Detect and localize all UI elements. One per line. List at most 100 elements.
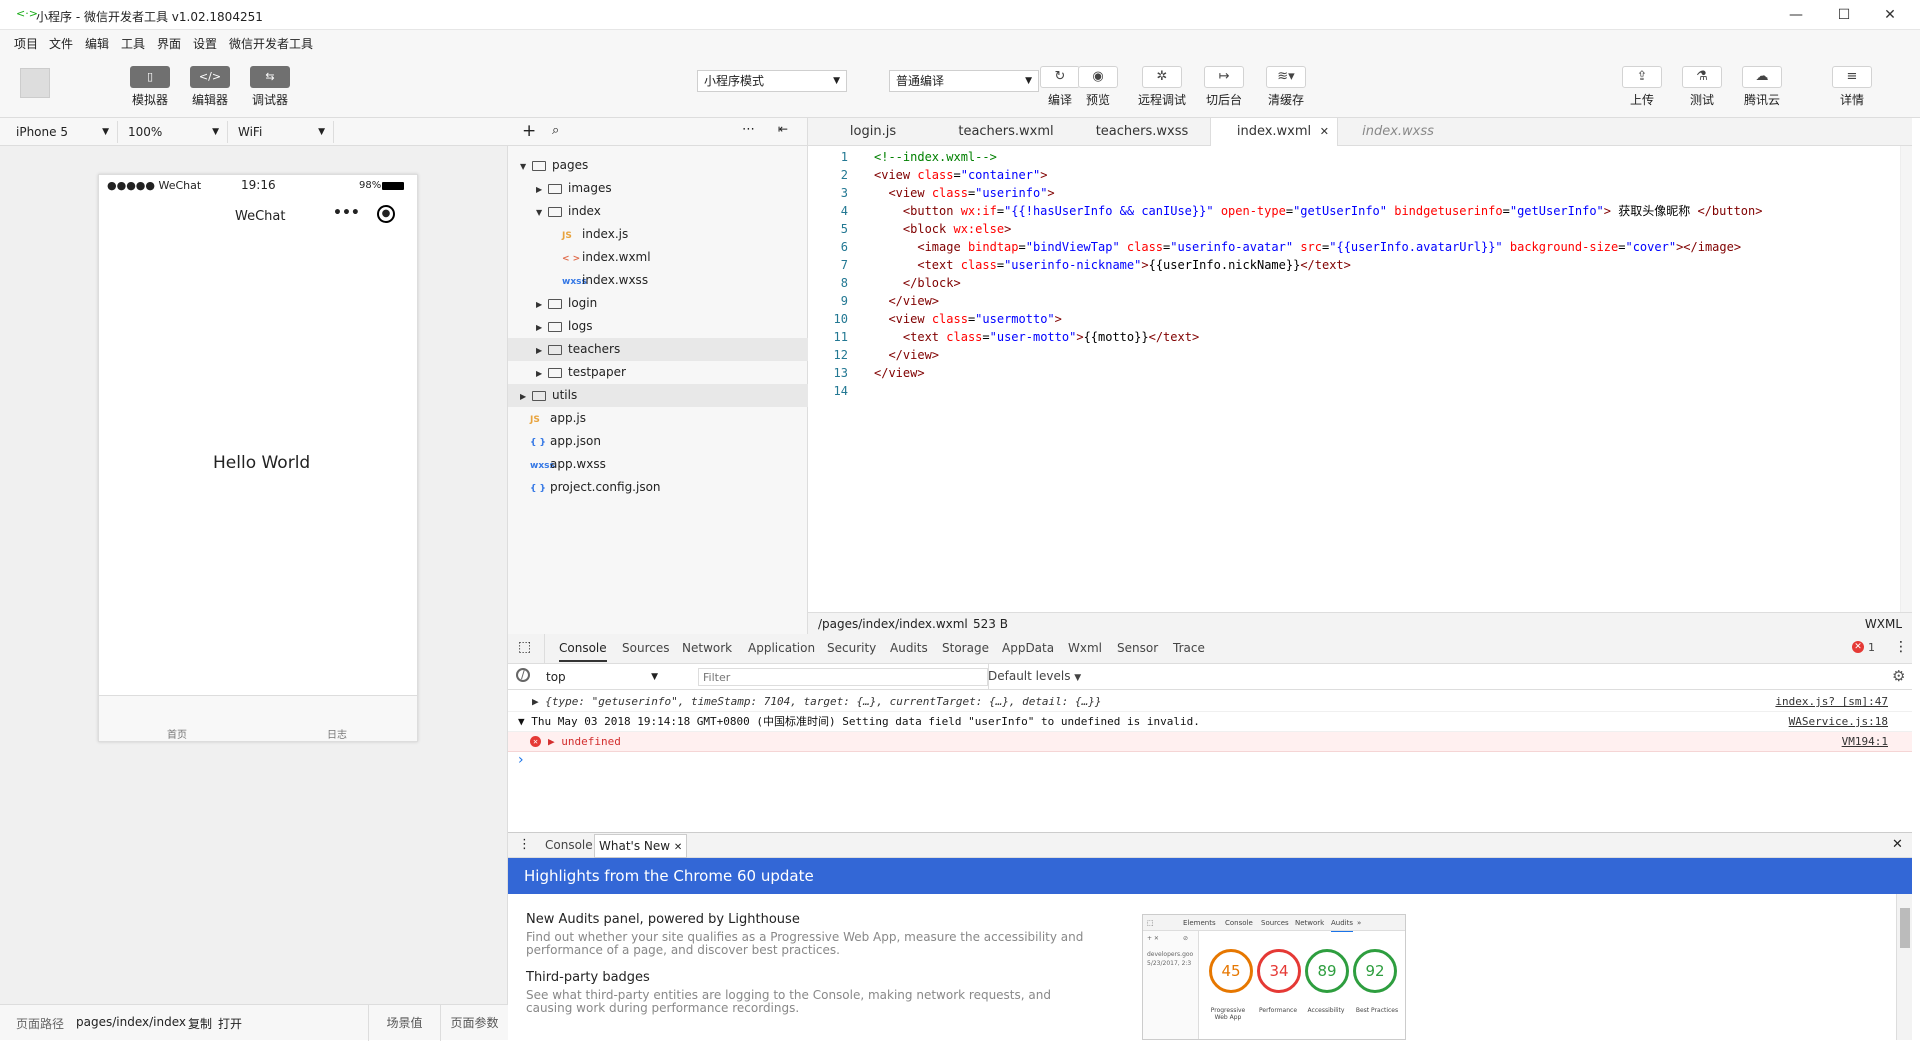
chevron-down-icon[interactable]: ▼ bbox=[520, 155, 532, 178]
maximize-button[interactable]: ☐ bbox=[1824, 4, 1864, 26]
device-select[interactable]: iPhone 5 ▼ bbox=[8, 121, 118, 143]
console-error-row[interactable]: ✕ ▶ undefined VM194:1 bbox=[508, 732, 1912, 752]
upload-button[interactable]: ⇪ 上传 bbox=[1612, 66, 1672, 108]
editor-scrollbar[interactable] bbox=[1900, 146, 1912, 630]
tree-item[interactable]: < > index.wxml bbox=[508, 246, 808, 269]
code-line[interactable]: 7 <text class="userinfo-nickname">{{user… bbox=[808, 256, 1912, 274]
close-tab-icon[interactable]: ✕ bbox=[1320, 118, 1329, 146]
tree-item[interactable]: ▶ utils bbox=[508, 384, 808, 407]
clear-console-icon[interactable]: / bbox=[516, 668, 530, 682]
gear-icon[interactable]: ⚙ bbox=[1892, 667, 1905, 685]
network-select[interactable]: WiFi ▼ bbox=[230, 121, 334, 143]
devtools-tab-sources[interactable]: Sources bbox=[622, 641, 669, 655]
collapse-panel-icon[interactable]: ⇤ bbox=[778, 122, 788, 136]
simulator-button[interactable]: ▯ 模拟器 bbox=[120, 66, 180, 108]
devtools-tab-sensor[interactable]: Sensor bbox=[1117, 641, 1158, 655]
tree-item[interactable]: JS app.js bbox=[508, 407, 808, 430]
context-select[interactable]: top ▼ bbox=[542, 667, 662, 687]
scene-button[interactable]: 场景值 bbox=[368, 1005, 440, 1041]
code-line[interactable]: 12 </view> bbox=[808, 346, 1912, 364]
code-line[interactable]: 2 <view class="container"> bbox=[808, 166, 1912, 184]
remote-debug-button[interactable]: ✲ 远程调试 bbox=[1132, 66, 1192, 108]
menu-settings[interactable]: 设置 bbox=[193, 35, 217, 52]
more-dots-icon[interactable]: ••• bbox=[333, 205, 360, 221]
tencent-cloud-button[interactable]: ☁ 腾讯云 bbox=[1732, 66, 1792, 108]
source-link[interactable]: index.js? [sm]:47 bbox=[1775, 692, 1888, 712]
tree-item[interactable]: wxssindex.wxss bbox=[508, 269, 808, 292]
tab-index-wxss[interactable]: index.wxss bbox=[1338, 118, 1458, 146]
chevron-right-icon[interactable]: ▶ bbox=[536, 362, 548, 385]
console-group-row[interactable]: ▼ Thu May 03 2018 19:14:18 GMT+0800 (中国标… bbox=[508, 712, 1912, 732]
tree-item[interactable]: ▶ teachers bbox=[508, 338, 808, 361]
search-icon[interactable]: ⌕ bbox=[552, 123, 559, 138]
tab-login-js[interactable]: login.js bbox=[808, 118, 938, 146]
test-button[interactable]: ⚗ 测试 bbox=[1672, 66, 1732, 108]
source-link[interactable]: WAService.js:18 bbox=[1789, 712, 1888, 732]
kebab-menu-icon[interactable]: ⋮ bbox=[1894, 639, 1908, 655]
log-levels-select[interactable]: Default levels ▼ bbox=[988, 669, 1081, 683]
menu-file[interactable]: 文件 bbox=[49, 35, 73, 52]
chevron-down-icon[interactable]: ▼ bbox=[536, 201, 548, 224]
add-icon[interactable]: + bbox=[522, 121, 536, 141]
inspect-icon[interactable]: ⬚ bbox=[518, 639, 531, 655]
console-filter-input[interactable] bbox=[698, 668, 988, 686]
kebab-menu-icon[interactable]: ⋮ bbox=[518, 837, 531, 852]
avatar[interactable] bbox=[20, 68, 50, 98]
source-link[interactable]: VM194:1 bbox=[1842, 732, 1888, 752]
close-button[interactable]: ✕ bbox=[1870, 4, 1910, 26]
debugger-button[interactable]: ⇆ 调试器 bbox=[240, 66, 300, 108]
menu-tools[interactable]: 工具 bbox=[121, 35, 145, 52]
close-capsule-icon[interactable]: ● bbox=[377, 205, 395, 223]
close-tab-icon[interactable]: ✕ bbox=[674, 842, 682, 853]
code-line[interactable]: 9 </view> bbox=[808, 292, 1912, 310]
code-line[interactable]: 6 <image bindtap="bindViewTap" class="us… bbox=[808, 238, 1912, 256]
tab-logs[interactable]: 日志 bbox=[327, 726, 347, 741]
chevron-right-icon[interactable]: ▶ bbox=[536, 178, 548, 201]
tree-item[interactable]: ▼ index bbox=[508, 200, 808, 223]
code-line[interactable]: 10 <view class="usermotto"> bbox=[808, 310, 1912, 328]
menu-wechat-devtools[interactable]: 微信开发者工具 bbox=[229, 35, 313, 52]
code-line[interactable]: 14 bbox=[808, 382, 1912, 400]
tree-item[interactable]: wxssapp.wxss bbox=[508, 453, 808, 476]
code-line[interactable]: 4 <button wx:if="{{!hasUserInfo && canIU… bbox=[808, 202, 1912, 220]
devtools-tab-network[interactable]: Network bbox=[682, 641, 732, 655]
drawer-tab-whats-new[interactable]: What's New ✕ bbox=[594, 834, 688, 858]
code-line[interactable]: 1 <!--index.wxml--> bbox=[808, 148, 1912, 166]
code-line[interactable]: 3 <view class="userinfo"> bbox=[808, 184, 1912, 202]
tree-item[interactable]: { } app.json bbox=[508, 430, 808, 453]
feature-title[interactable]: New Audits panel, powered by Lighthouse bbox=[526, 912, 1086, 927]
chevron-right-icon[interactable]: ▶ bbox=[536, 293, 548, 316]
clear-cache-button[interactable]: ≋▾ 清缓存 bbox=[1256, 66, 1316, 108]
feature-title[interactable]: Third-party badges bbox=[526, 970, 1086, 985]
page-params-button[interactable]: 页面参数 bbox=[440, 1005, 508, 1041]
devtools-tab-storage[interactable]: Storage bbox=[942, 641, 989, 655]
console-log-row[interactable]: ▶ {type: "getuserinfo", timeStamp: 7104,… bbox=[508, 692, 1912, 712]
code-line[interactable]: 11 <text class="user-motto">{{motto}}</t… bbox=[808, 328, 1912, 346]
background-button[interactable]: ↦ 切后台 bbox=[1194, 66, 1254, 108]
devtools-tab-trace[interactable]: Trace bbox=[1173, 641, 1205, 655]
code-line[interactable]: 8 </block> bbox=[808, 274, 1912, 292]
chevron-right-icon[interactable]: ▶ bbox=[520, 385, 532, 408]
tree-item[interactable]: ▶ testpaper bbox=[508, 361, 808, 384]
devtools-tab-appdata[interactable]: AppData bbox=[1002, 641, 1054, 655]
scrollbar-thumb[interactable] bbox=[1900, 908, 1910, 948]
panel-scrollbar[interactable] bbox=[1896, 894, 1912, 1040]
tree-item[interactable]: ▶ login bbox=[508, 292, 808, 315]
open-link[interactable]: 打开 bbox=[218, 1015, 242, 1032]
devtools-tab-wxml[interactable]: Wxml bbox=[1068, 641, 1102, 655]
tree-item[interactable]: { } project.config.json bbox=[508, 476, 808, 499]
code-line[interactable]: 5 <block wx:else> bbox=[808, 220, 1912, 238]
devtools-tab-console[interactable]: Console bbox=[559, 641, 607, 662]
menu-interface[interactable]: 界面 bbox=[157, 35, 181, 52]
drawer-tab-console[interactable]: Console bbox=[545, 838, 593, 852]
minimize-button[interactable]: — bbox=[1776, 4, 1816, 26]
editor-button[interactable]: </> 编辑器 bbox=[180, 66, 240, 108]
menu-project[interactable]: 项目 bbox=[14, 35, 38, 52]
tab-teachers-wxss[interactable]: teachers.wxss bbox=[1074, 118, 1210, 146]
error-count[interactable]: 1 bbox=[1868, 641, 1875, 654]
tab-teachers-wxml[interactable]: teachers.wxml bbox=[938, 118, 1074, 146]
tree-item[interactable]: ▶ images bbox=[508, 177, 808, 200]
devtools-tab-audits[interactable]: Audits bbox=[890, 641, 928, 655]
code-line[interactable]: 13 </view> bbox=[808, 364, 1912, 382]
compile-mode-select[interactable]: 普通编译 ▼ bbox=[889, 70, 1039, 92]
